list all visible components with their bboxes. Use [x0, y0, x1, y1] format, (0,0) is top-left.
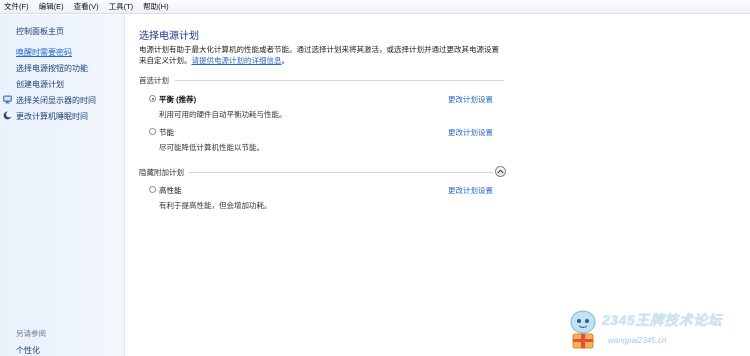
plan-power-saver-desc: 尽可能降低计算机性能以节能。 — [159, 143, 264, 152]
radio-high-performance[interactable] — [149, 186, 156, 193]
watermark-text: 2345王牌技术论坛 — [602, 312, 723, 328]
page-title: 选择电源计划 — [139, 31, 199, 42]
monitor-icon — [3, 95, 12, 104]
plan-power-saver: 节能 尽可能降低计算机性能以节能。 — [149, 127, 469, 153]
page-description: 电源计划有助于最大化计算机的性能或者节能。通过选择计划来将其激活，或选择计划并通… — [139, 44, 509, 66]
personalize-link[interactable]: 个性化 — [16, 345, 40, 356]
main-panel: 选择电源计划 电源计划有助于最大化计算机的性能或者节能。通过选择计划来将其激活，… — [125, 15, 750, 356]
moon-icon — [3, 111, 12, 120]
hidden-plans-header: 隐藏附加计划 — [139, 168, 184, 177]
preferred-plans-header: 首选计划 — [139, 76, 169, 85]
watermark-url: wangpai2345.cn — [608, 336, 667, 345]
sidebar-item-display-off[interactable]: 选择关闭显示器的时间 — [16, 95, 96, 106]
plan-details-link[interactable]: 请提供电源计划的详细信息 — [192, 56, 282, 65]
radio-balanced[interactable] — [149, 95, 156, 102]
menu-edit[interactable]: 编辑(E) — [39, 1, 64, 12]
menu-tools[interactable]: 工具(T) — [109, 1, 134, 12]
plan-high-performance: 高性能 有利于提高性能，但会增加功耗。 — [149, 185, 469, 211]
menu-help[interactable]: 帮助(H) — [143, 1, 168, 12]
control-panel-home-link[interactable]: 控制面板主页 — [16, 26, 64, 37]
radio-power-saver[interactable] — [149, 128, 156, 135]
plan-high-performance-desc: 有利于提高性能，但会增加功耗。 — [159, 201, 272, 210]
sidebar-item-create-plan[interactable]: 创建电源计划 — [16, 79, 64, 90]
change-plan-settings-high-performance[interactable]: 更改计划设置 — [448, 185, 493, 196]
description-line1: 电源计划有助于最大化计算机的性能或者节能。通过选择计划来将其激活，或选择计划并通… — [139, 45, 499, 54]
plan-balanced-desc: 利用可用的硬件自动平衡功耗与性能。 — [159, 110, 287, 119]
menu-bar: 文件(F) 编辑(E) 查看(V) 工具(T) 帮助(H) — [0, 0, 750, 14]
see-also-heading: 另请参阅 — [16, 329, 46, 338]
chevron-up-icon — [497, 169, 504, 174]
watermark: 2345王牌技术论坛 wangpai2345.cn — [560, 306, 750, 356]
plan-balanced-name[interactable]: 平衡 (推荐) — [159, 94, 196, 105]
sidebar: 控制面板主页 唤醒时需要密码 选择电源按钮的功能 创建电源计划 选择关闭显示器的… — [0, 15, 125, 356]
sidebar-item-require-password[interactable]: 唤醒时需要密码 — [16, 47, 72, 58]
change-plan-settings-power-saver[interactable]: 更改计划设置 — [448, 127, 493, 138]
plan-power-saver-name[interactable]: 节能 — [159, 127, 174, 138]
menu-file[interactable]: 文件(F) — [4, 1, 29, 12]
plan-high-performance-name[interactable]: 高性能 — [159, 185, 182, 196]
plan-balanced: 平衡 (推荐) 利用可用的硬件自动平衡功耗与性能。 — [149, 94, 469, 120]
mascot-logo-icon — [570, 310, 596, 349]
description-line2: 来自定义计划。 — [139, 56, 192, 65]
divider — [189, 172, 493, 173]
change-plan-settings-balanced[interactable]: 更改计划设置 — [448, 94, 493, 105]
description-suffix: 。 — [281, 56, 290, 65]
sidebar-item-sleep-time[interactable]: 更改计算机睡眠时间 — [16, 111, 88, 122]
menu-view[interactable]: 查看(V) — [74, 1, 99, 12]
sidebar-item-power-button[interactable]: 选择电源按钮的功能 — [16, 63, 88, 74]
collapse-hidden-plans-button[interactable] — [495, 166, 506, 177]
divider — [175, 80, 504, 81]
